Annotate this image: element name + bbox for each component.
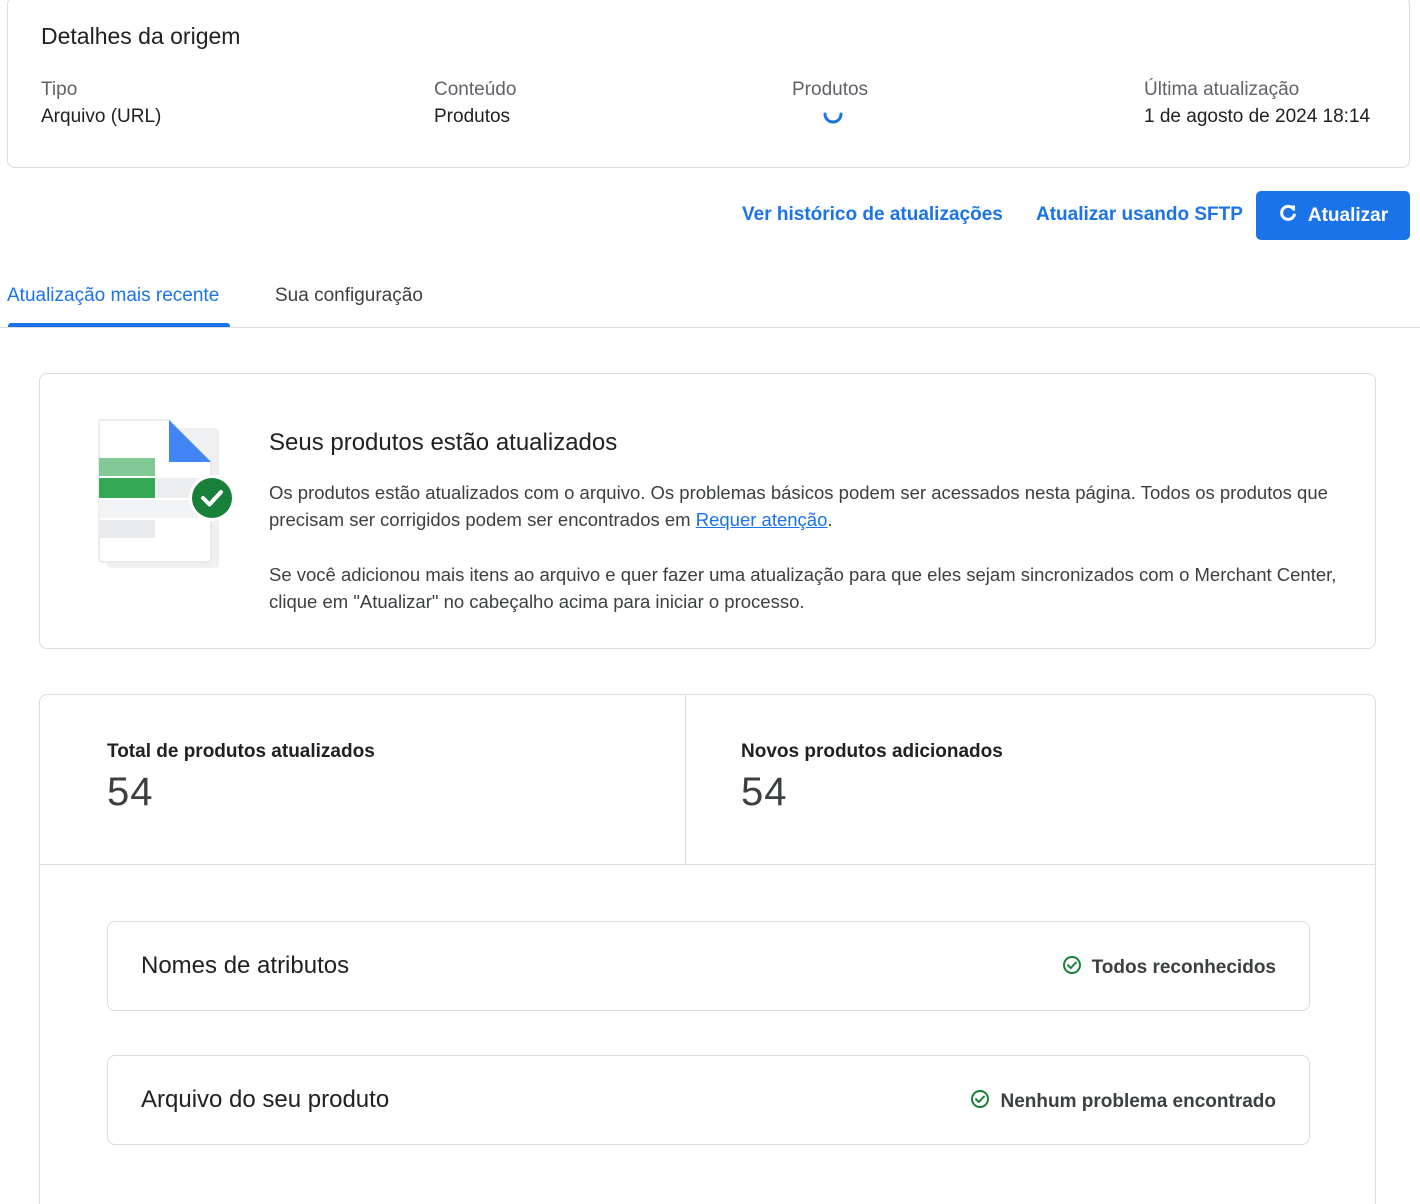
- status-description: Os produtos estão atualizados com o arqu…: [269, 479, 1349, 533]
- stat-total-updated-value: 54: [107, 770, 154, 814]
- loading-spinner-icon: [822, 110, 844, 126]
- update-stats-card: Total de produtos atualizados 54 Novos p…: [39, 694, 1376, 1204]
- status-title: Seus produtos estão atualizados: [269, 429, 618, 456]
- refresh-button[interactable]: Atualizar: [1256, 191, 1410, 240]
- check-product-file-status: Nenhum problema encontrado: [970, 1089, 1276, 1115]
- tab-bar: Atualização mais recente Sua configuraçã…: [0, 270, 1420, 328]
- refresh-icon: [1278, 203, 1298, 229]
- field-products: Produtos: [792, 79, 868, 126]
- source-details-card: Detalhes da origem Tipo Arquivo (URL) Co…: [7, 0, 1410, 168]
- check-attribute-names-status: Todos reconhecidos: [1062, 955, 1276, 981]
- check-circle-icon: [970, 1089, 990, 1115]
- stat-total-updated: Total de produtos atualizados 54: [107, 741, 375, 815]
- field-content-value: Produtos: [434, 106, 511, 127]
- check-product-file-title: Arquivo do seu produto: [141, 1086, 390, 1113]
- stats-divider: [685, 695, 686, 865]
- tab-your-configuration[interactable]: Sua configuração: [275, 285, 423, 307]
- update-via-sftp-link[interactable]: Atualizar usando SFTP: [1036, 204, 1243, 226]
- field-last-update-label: Última atualização: [1144, 79, 1300, 100]
- stat-new-added: Novos produtos adicionados 54: [741, 741, 1003, 815]
- field-products-label: Produtos: [792, 79, 869, 100]
- check-circle-icon: [1062, 955, 1082, 981]
- source-details-title: Detalhes da origem: [41, 23, 241, 49]
- stat-total-updated-label: Total de produtos atualizados: [107, 741, 375, 762]
- status-description-end: .: [827, 509, 833, 530]
- check-attribute-names[interactable]: Nomes de atributos Todos reconhecidos: [107, 921, 1310, 1011]
- stats-row: Total de produtos atualizados 54 Novos p…: [40, 695, 1375, 865]
- active-tab-indicator: [8, 323, 230, 327]
- stat-new-added-value: 54: [741, 770, 788, 814]
- requires-attention-link[interactable]: Requer atenção: [696, 509, 828, 530]
- field-last-update: Última atualização 1 de agosto de 2024 1…: [1144, 79, 1370, 128]
- refresh-button-label: Atualizar: [1307, 204, 1389, 226]
- stat-new-added-label: Novos produtos adicionados: [741, 741, 1003, 762]
- file-check-illustration: [97, 418, 237, 570]
- check-attribute-names-status-label: Todos reconhecidos: [1091, 957, 1276, 978]
- update-status-card: Seus produtos estão atualizados Os produ…: [39, 373, 1376, 649]
- check-product-file[interactable]: Arquivo do seu produto Nenhum problema e…: [107, 1055, 1310, 1145]
- check-attribute-names-title: Nomes de atributos: [141, 952, 350, 979]
- field-type-label: Tipo: [41, 79, 78, 100]
- status-refresh-hint: Se você adicionou mais itens ao arquivo …: [269, 564, 1337, 612]
- field-type-value: Arquivo (URL): [41, 106, 162, 127]
- check-product-file-status-label: Nenhum problema encontrado: [1000, 1091, 1276, 1112]
- field-content: Conteúdo Produtos: [434, 79, 516, 128]
- tab-latest-update[interactable]: Atualização mais recente: [7, 285, 219, 307]
- field-last-update-value: 1 de agosto de 2024 18:14: [1144, 106, 1371, 127]
- field-content-label: Conteúdo: [434, 79, 517, 100]
- view-update-history-link[interactable]: Ver histórico de atualizações: [742, 204, 1003, 226]
- field-type: Tipo Arquivo (URL): [41, 79, 161, 128]
